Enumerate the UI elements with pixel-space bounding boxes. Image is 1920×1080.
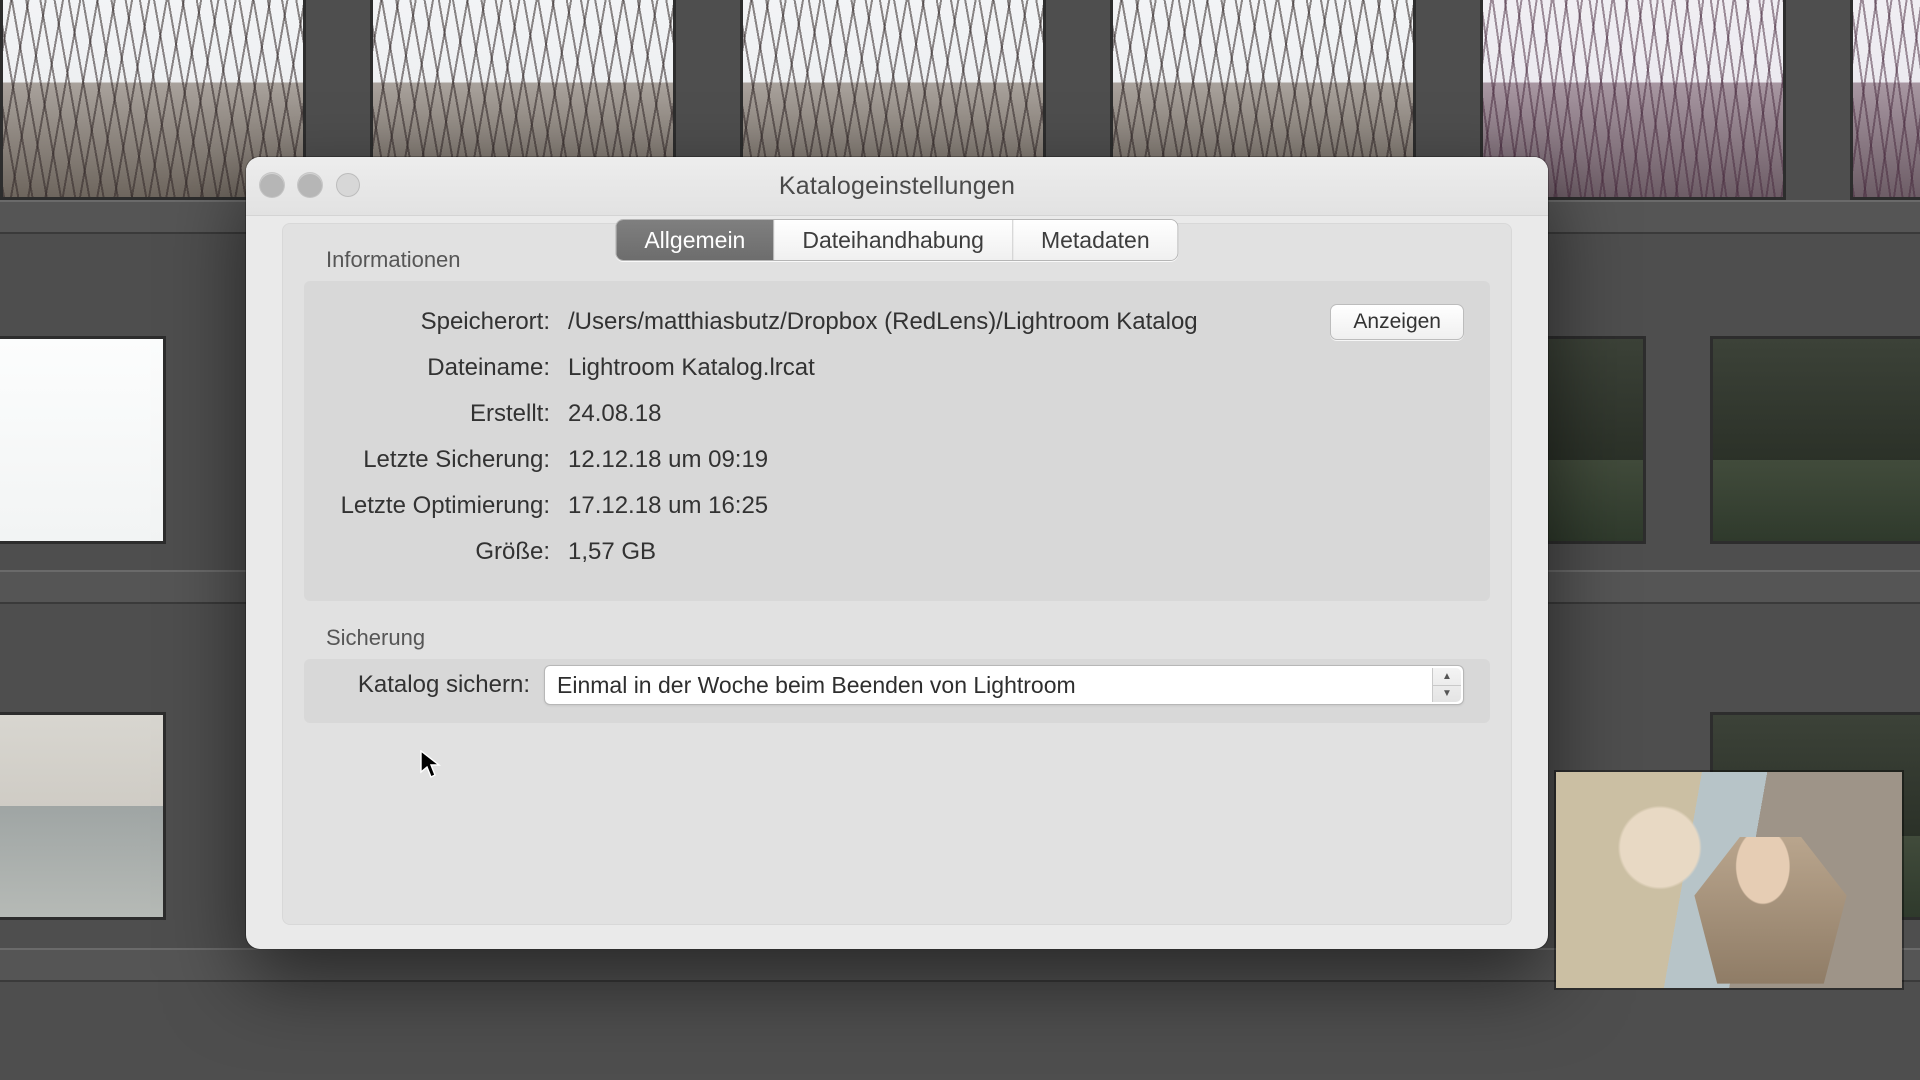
section-header-backup: Sicherung bbox=[282, 601, 1512, 659]
filename-label: Dateiname: bbox=[330, 354, 550, 382]
zoom-icon bbox=[336, 173, 360, 197]
settings-tabs: Allgemein Dateihandhabung Metadaten bbox=[615, 219, 1178, 261]
show-button[interactable]: Anzeigen bbox=[1330, 304, 1464, 340]
backup-box: Katalog sichern: Einmal in der Woche bei… bbox=[304, 659, 1490, 723]
info-box: Speicherort: /Users/matthiasbutz/Dropbox… bbox=[304, 281, 1490, 601]
size-label: Größe: bbox=[330, 538, 550, 566]
created-label: Erstellt: bbox=[330, 400, 550, 428]
filename-value: Lightroom Katalog.lrcat bbox=[568, 354, 1446, 382]
backup-frequency-select[interactable]: Einmal in der Woche beim Beenden von Lig… bbox=[544, 665, 1464, 705]
minimize-icon[interactable] bbox=[298, 173, 322, 197]
size-value: 1,57 GB bbox=[568, 538, 1446, 566]
last-backup-label: Letzte Sicherung: bbox=[330, 446, 550, 474]
last-optimize-value: 17.12.18 um 16:25 bbox=[568, 492, 1446, 520]
dialog-title: Katalogeinstellungen bbox=[779, 172, 1015, 201]
select-stepper-icon[interactable]: ▲▼ bbox=[1432, 668, 1461, 702]
tab-file-handling[interactable]: Dateihandhabung bbox=[774, 220, 1013, 260]
thumbnail[interactable] bbox=[1710, 336, 1920, 544]
last-backup-value: 12.12.18 um 09:19 bbox=[568, 446, 1446, 474]
tab-general[interactable]: Allgemein bbox=[616, 220, 774, 260]
tab-metadata[interactable]: Metadaten bbox=[1013, 220, 1178, 260]
dialog-titlebar[interactable]: Katalogeinstellungen bbox=[246, 157, 1548, 216]
webcam-overlay bbox=[1556, 772, 1902, 988]
location-value: /Users/matthiasbutz/Dropbox (RedLens)/Li… bbox=[568, 308, 1312, 336]
close-icon[interactable] bbox=[260, 173, 284, 197]
thumbnail[interactable] bbox=[1850, 0, 1920, 200]
last-optimize-label: Letzte Optimierung: bbox=[330, 492, 550, 520]
thumbnail[interactable] bbox=[0, 336, 166, 544]
catalog-settings-dialog: Katalogeinstellungen Informationen Speic… bbox=[246, 157, 1548, 949]
thumbnail[interactable] bbox=[0, 712, 166, 920]
backup-frequency-value: Einmal in der Woche beim Beenden von Lig… bbox=[557, 672, 1076, 699]
created-value: 24.08.18 bbox=[568, 400, 1446, 428]
dialog-body: Informationen Speicherort: /Users/matthi… bbox=[282, 223, 1512, 925]
location-label: Speicherort: bbox=[330, 308, 550, 336]
backup-label: Katalog sichern: bbox=[330, 671, 530, 699]
